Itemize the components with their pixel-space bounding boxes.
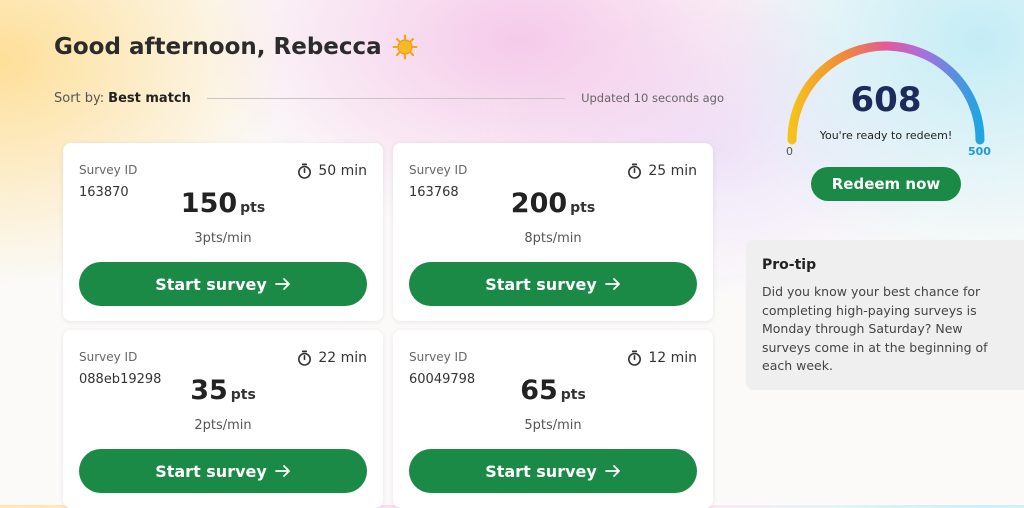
arrow-right-icon [604,278,620,290]
survey-points: 65 pts [393,375,713,406]
points-unit: pts [560,387,586,403]
survey-duration-text: 50 min [318,163,367,179]
survey-duration-text: 25 min [648,163,697,179]
stopwatch-icon [298,163,312,179]
redeem-status: You're ready to redeem! [819,129,953,142]
greeting-text: Good afternoon, Rebecca [54,34,382,60]
arrow-right-icon [274,465,290,477]
start-survey-label: Start survey [155,274,267,294]
gauge-max-label: 500 [968,145,991,158]
survey-id-label: Survey ID [79,163,138,177]
survey-card: Survey ID 163870 50 min 150 pts 3pts/min … [63,143,383,321]
arrow-right-icon [604,465,620,477]
gauge-min-label: 0 [786,145,793,158]
survey-points: 150 pts [63,188,383,219]
stopwatch-icon [628,350,642,366]
points-unit: pts [230,387,256,403]
points-rate: 8pts/min [524,231,582,246]
survey-duration: 25 min [627,163,697,179]
sort-label: Sort by: [54,90,105,106]
survey-id-label: Survey ID [79,350,138,364]
survey-duration-text: 12 min [648,350,697,366]
points-rate: 5pts/min [524,418,582,433]
start-survey-button[interactable]: Start survey [79,262,367,306]
points-balance: 608 [850,80,922,120]
sort-dropdown[interactable]: Best match [108,91,191,106]
points-unit: pts [570,200,596,216]
survey-duration: 22 min [297,350,367,366]
divider [206,97,566,99]
points-unit: pts [240,200,266,216]
stopwatch-icon [628,163,642,179]
survey-points: 35 pts [63,375,383,406]
start-survey-label: Start survey [485,274,597,294]
start-survey-button[interactable]: Start survey [409,262,697,306]
points-value: 200 [510,188,568,219]
survey-id-label: Survey ID [409,350,468,364]
survey-duration: 50 min [297,163,367,179]
points-value: 35 [190,375,228,406]
greeting-heading: Good afternoon, Rebecca [54,34,418,60]
sun-icon [392,34,418,60]
stopwatch-icon [298,350,312,366]
start-survey-button[interactable]: Start survey [79,449,367,493]
start-survey-button[interactable]: Start survey [409,449,697,493]
survey-card: Survey ID 163768 25 min 200 pts 8pts/min … [393,143,713,321]
redeem-now-button[interactable]: Redeem now [811,167,961,201]
survey-duration-text: 22 min [318,350,367,366]
start-survey-label: Start survey [155,461,267,481]
points-rate: 3pts/min [194,231,252,246]
start-survey-label: Start survey [485,461,597,481]
arrow-right-icon [274,278,290,290]
points-value: 150 [180,188,238,219]
pro-tip-title: Pro-tip [762,257,817,273]
survey-card: Survey ID 60049798 12 min 65 pts 5pts/min… [393,330,713,508]
points-value: 65 [520,375,558,406]
survey-id-label: Survey ID [409,163,468,177]
survey-card: Survey ID 088eb19298 22 min 35 pts 2pts/m… [63,330,383,508]
points-rate: 2pts/min [194,418,252,433]
sort-bar: Sort by: Best match Updated 10 seconds a… [54,89,724,107]
survey-duration: 12 min [627,350,697,366]
updated-timestamp: Updated 10 seconds ago [581,91,724,105]
survey-points: 200 pts [393,188,713,219]
pro-tip-body: Did you know your best chance for comple… [762,284,988,373]
pro-tip-panel: Pro-tip Did you know your best chance fo… [746,240,1024,390]
